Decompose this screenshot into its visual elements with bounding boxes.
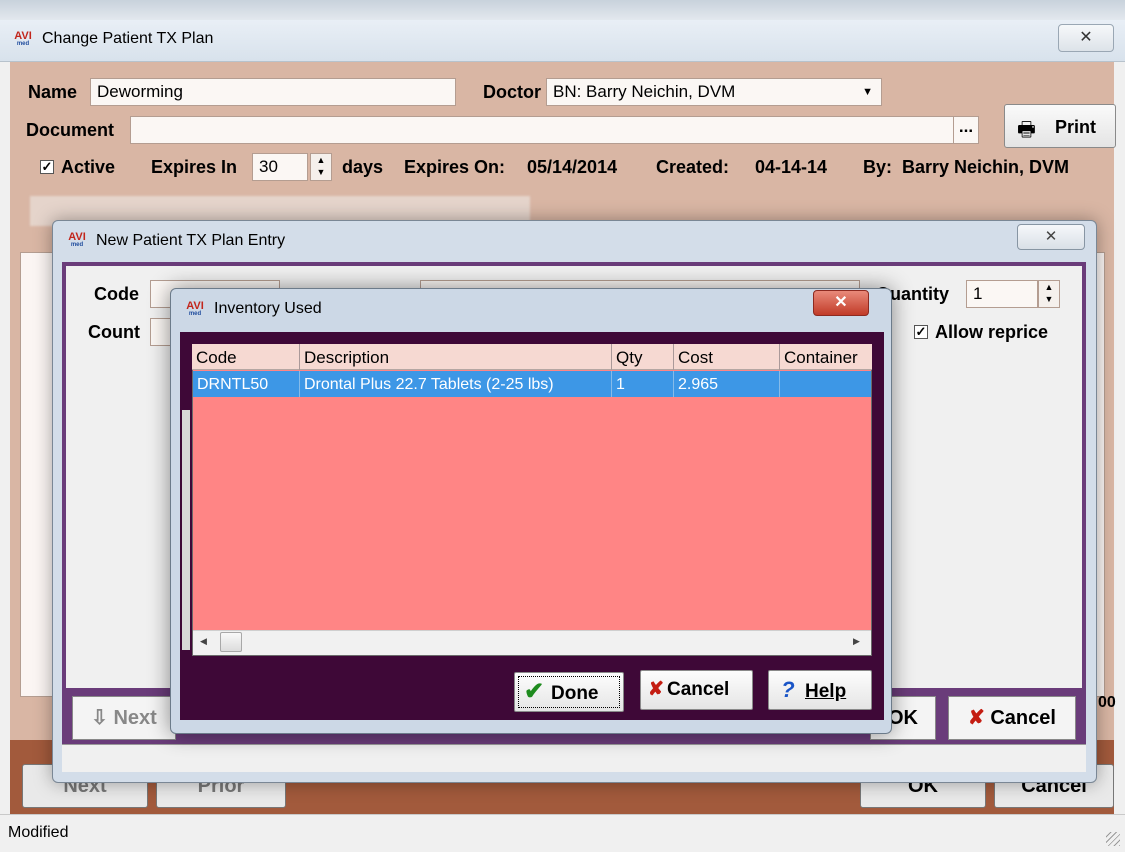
tx-status-bar — [62, 744, 1086, 772]
cell-description: Drontal Plus 22.7 Tablets (2-25 lbs) — [300, 371, 612, 397]
count-label: Count — [88, 322, 140, 342]
days-label: days — [342, 157, 384, 177]
expires-on-value: 05/14/2014 — [527, 157, 618, 177]
tx-close-icon[interactable]: ✕ — [1017, 224, 1085, 250]
checkmark-icon: ✔ — [523, 678, 545, 705]
horizontal-scrollbar[interactable] — [193, 630, 871, 655]
cell-qty: 1 — [612, 371, 674, 397]
created-value: 04-14-14 — [755, 157, 828, 177]
tx-cancel-button[interactable]: ✘ Cancel — [948, 696, 1076, 740]
code-label: Code — [94, 284, 139, 304]
by-label: By: — [863, 157, 893, 177]
inventory-dialog-title: Inventory Used — [214, 300, 322, 317]
cell-cost: 2.965 — [674, 371, 780, 397]
print-button-label: Print — [1055, 117, 1097, 137]
document-label: Document — [26, 120, 115, 140]
expires-in-label: Expires In — [151, 157, 238, 177]
close-icon[interactable]: ✕ — [1058, 24, 1114, 52]
tx-next-button-label: Next — [113, 707, 157, 729]
scrollbar-thumb[interactable] — [220, 632, 242, 652]
status-text: Modified — [8, 824, 69, 841]
tx-dialog-title: New Patient TX Plan Entry — [96, 232, 286, 249]
doctor-label: Doctor — [483, 82, 541, 102]
active-checkbox[interactable]: ✓ — [40, 160, 54, 174]
tx-ok-button-label: OK — [888, 707, 918, 729]
resize-grip-icon[interactable] — [1106, 832, 1120, 846]
main-window-title: Change Patient TX Plan — [42, 30, 214, 47]
cell-code: DRNTL50 — [193, 371, 300, 397]
inventory-dialog-logo-icon: AVI med — [186, 300, 204, 318]
doctor-select-value: BN: Barry Neichin, DVM — [553, 82, 736, 101]
inventory-grid-header: Code Description Qty Cost Container — [192, 344, 872, 370]
expires-in-input[interactable]: 30 — [252, 153, 308, 181]
document-input[interactable] — [130, 116, 954, 144]
scroll-right-icon[interactable]: ▶ — [853, 636, 860, 647]
done-button-label: Done — [551, 683, 599, 704]
cancel-x-icon: ✘ — [648, 679, 664, 700]
print-button[interactable]: 🖶 Print — [1004, 104, 1116, 148]
tx-cancel-button-label: Cancel — [990, 707, 1056, 729]
doctor-select[interactable]: BN: Barry Neichin, DVM ▼ — [546, 78, 882, 106]
column-header-container[interactable]: Container — [780, 344, 872, 370]
column-header-qty[interactable]: Qty — [612, 344, 674, 370]
chevron-down-icon: ▼ — [862, 86, 873, 98]
table-row[interactable]: DRNTL50 Drontal Plus 22.7 Tablets (2-25 … — [193, 371, 871, 397]
down-arrow-icon: ⇩ — [91, 707, 108, 729]
allow-reprice-checkbox[interactable]: ✓ — [914, 325, 928, 339]
column-header-description[interactable]: Description — [300, 344, 612, 370]
printer-icon: 🖶 — [1017, 119, 1036, 141]
cell-container — [780, 371, 871, 397]
inventory-cancel-button[interactable]: ✘ Cancel — [640, 670, 753, 710]
amount-value: 00 — [1098, 694, 1116, 711]
tx-dialog-logo-icon: AVI med — [68, 231, 86, 249]
browse-button[interactable]: ... — [953, 116, 979, 144]
created-label: Created: — [656, 157, 730, 177]
left-scroll-strip — [182, 410, 190, 650]
name-input[interactable]: Deworming — [90, 78, 456, 106]
quantity-input[interactable]: 1 — [966, 280, 1038, 308]
column-header-cost[interactable]: Cost — [674, 344, 780, 370]
inventory-close-icon[interactable]: ✕ — [813, 290, 869, 316]
help-button[interactable]: ? Help — [768, 670, 872, 710]
expires-in-spinner[interactable]: ▲ ▼ — [310, 153, 332, 181]
done-button[interactable]: ✔ Done — [514, 672, 624, 712]
question-mark-icon: ? — [781, 677, 795, 702]
allow-reprice-label: Allow reprice — [935, 322, 1049, 342]
by-value: Barry Neichin, DVM — [902, 157, 1070, 177]
background-window-strip — [0, 0, 1125, 20]
help-button-label: Help — [805, 681, 847, 702]
cancel-x-icon: ✘ — [968, 707, 985, 729]
quantity-stepper[interactable]: ▲ ▼ — [1038, 280, 1060, 308]
app-logo-icon: AVI med — [14, 30, 32, 48]
name-label: Name — [28, 82, 78, 102]
scroll-left-icon[interactable]: ◀ — [200, 636, 207, 647]
inventory-cancel-button-label: Cancel — [667, 679, 730, 700]
status-bar — [0, 814, 1125, 852]
tx-next-button[interactable]: ⇩ Next — [72, 696, 176, 740]
active-label: Active — [61, 157, 116, 177]
column-header-code[interactable]: Code — [192, 344, 300, 370]
expires-on-label: Expires On: — [404, 157, 506, 177]
